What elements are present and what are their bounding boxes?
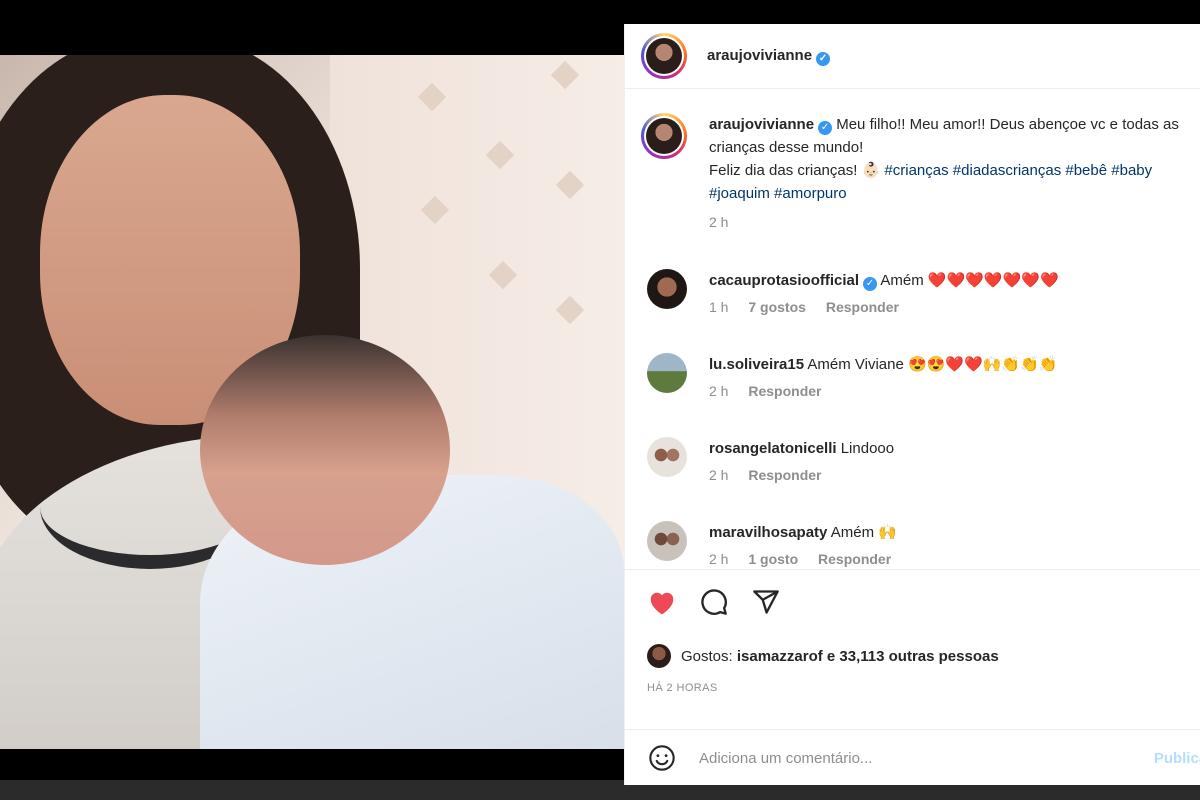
caption-time: 2 h	[709, 214, 729, 230]
liker-avatar[interactable]	[647, 644, 671, 668]
verified-badge-icon: ✓	[863, 277, 878, 291]
likes-count[interactable]: e 33,113 outras pessoas	[827, 648, 999, 665]
commenter-avatar[interactable]	[647, 521, 687, 561]
hashtag[interactable]: #crianças	[884, 162, 948, 179]
hashtag[interactable]: #amorpuro	[774, 185, 847, 202]
reply-button[interactable]: Responder	[748, 467, 821, 483]
comment-likes[interactable]: 1 gosto	[748, 551, 798, 567]
comment-input[interactable]	[697, 748, 1121, 768]
likes-summary: Gostos: isamazzarof e 33,113 outras pess…	[647, 644, 999, 668]
action-icons	[645, 585, 783, 619]
hashtag[interactable]: #bebê	[1065, 162, 1107, 179]
reply-button[interactable]: Responder	[826, 299, 899, 315]
post-header: araujovivianne ✓	[625, 24, 1200, 89]
caption-username[interactable]: araujovivianne	[709, 116, 814, 133]
add-comment-bar: Publicar	[625, 729, 1200, 786]
author-username[interactable]: araujovivianne ✓	[707, 47, 831, 66]
reply-button[interactable]: Responder	[748, 383, 821, 399]
likes-prefix: Gostos:	[681, 647, 733, 665]
comment-meta: 2 h Responder	[709, 467, 837, 483]
verified-badge-icon: ✓	[818, 121, 833, 135]
comment-body: maravilhosapaty Amém 🙌	[709, 521, 1179, 545]
comment-likes[interactable]: 7 gostos	[748, 299, 806, 315]
comments-list[interactable]: araujovivianne ✓ Meu filho!! Meu amor!! D…	[625, 89, 1200, 569]
comment-meta: 2 h Responder	[709, 383, 837, 399]
comment-username[interactable]: rosangelatonicelli	[709, 440, 837, 457]
verified-badge-icon: ✓	[816, 51, 831, 66]
comment-meta: 2 h 1 gosto Responder	[709, 551, 907, 567]
liker-username[interactable]: isamazzarof	[737, 648, 823, 665]
comment-text: Amém ❤️❤️❤️❤️❤️❤️❤️	[880, 272, 1059, 289]
post-actions: Gostos: isamazzarof e 33,113 outras pess…	[625, 569, 1200, 730]
hashtag[interactable]: #diadascrianças	[953, 162, 1061, 179]
post-time: HÁ 2 HORAS	[647, 682, 718, 694]
comment-body: lu.soliveira15 Amém Viviane 😍😍❤️❤️🙌👏👏👏	[709, 353, 1179, 377]
comment-time: 2 h	[709, 383, 729, 399]
comment-body: cacauprotasioofficial ✓ Amém ❤️❤️❤️❤️❤️❤️…	[709, 269, 1179, 293]
comment-meta: 1 h 7 gostos Responder	[709, 299, 915, 315]
baby-head	[200, 335, 450, 565]
reply-button[interactable]: Responder	[818, 551, 891, 567]
commenter-avatar[interactable]	[647, 437, 687, 477]
commenter-avatar[interactable]	[647, 353, 687, 393]
comment-username[interactable]: maravilhosapaty	[709, 524, 827, 541]
comment-text: Lindooo	[840, 440, 895, 457]
post-side-panel: araujovivianne ✓ araujovivianne ✓ Meu filh…	[624, 24, 1200, 785]
caption-line2: Feliz dia das crianças! 👶🏻	[709, 162, 881, 179]
publish-button[interactable]: Publicar	[1154, 750, 1200, 767]
comment-body: rosangelatonicelli Lindooo	[709, 437, 1179, 461]
commenter-avatar[interactable]	[647, 269, 687, 309]
caption-text: araujovivianne ✓ Meu filho!! Meu amor!! D…	[709, 113, 1189, 234]
comment-username[interactable]: cacauprotasioofficial	[709, 272, 859, 289]
comment-text: Amém Viviane 😍😍❤️❤️🙌👏👏👏	[807, 356, 1058, 373]
share-icon[interactable]	[749, 585, 783, 619]
comment-time: 2 h	[709, 467, 729, 483]
comment-time: 2 h	[709, 551, 729, 567]
comment-icon[interactable]	[697, 585, 731, 619]
emoji-icon[interactable]	[645, 741, 679, 775]
heart-icon[interactable]	[645, 585, 679, 619]
post-photo[interactable]	[0, 55, 624, 749]
caption-avatar[interactable]	[641, 113, 687, 159]
hashtag[interactable]: #baby	[1111, 162, 1152, 179]
hashtag[interactable]: #joaquim	[709, 185, 770, 202]
author-avatar[interactable]	[641, 33, 687, 79]
comment-text: Amém 🙌	[830, 524, 897, 541]
comment-username[interactable]: lu.soliveira15	[709, 356, 804, 373]
comment-time: 1 h	[709, 299, 729, 315]
